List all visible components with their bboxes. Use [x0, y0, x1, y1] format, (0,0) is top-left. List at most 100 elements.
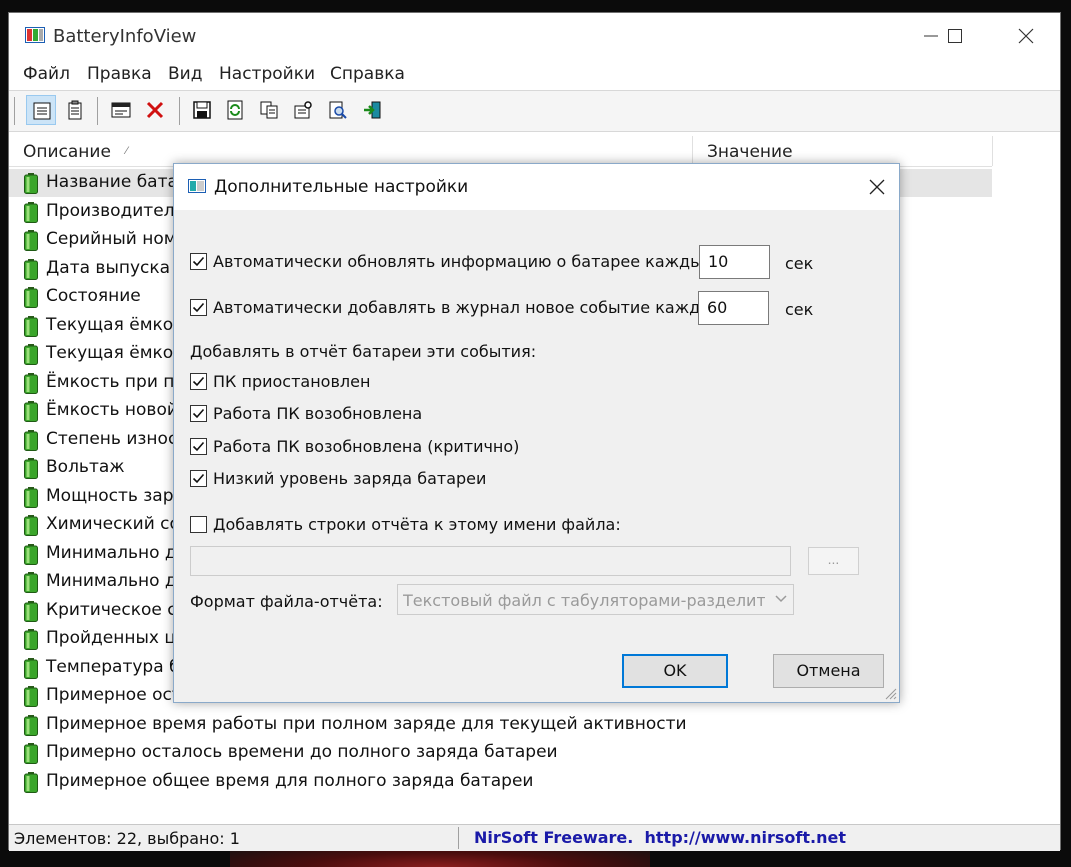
append-file-checkbox[interactable] [190, 516, 207, 533]
list-item-label: Мощность заря [46, 486, 184, 506]
checkmark-icon [192, 408, 205, 419]
event-low-battery-label: Низкий уровень заряда батареи [213, 469, 487, 488]
list-item-label: Минимально до [46, 543, 188, 563]
event-resume-label: Работа ПК возобновлена [213, 404, 423, 423]
close-button[interactable] [1003, 13, 1049, 59]
column-header-description[interactable]: Описание ⁄ [9, 136, 693, 166]
menu-help[interactable]: Справка [330, 64, 405, 84]
checkmark-icon [192, 302, 205, 313]
save-button[interactable] [187, 95, 217, 125]
list-item-label: Примерное время работы при полном заряде… [46, 714, 687, 734]
menu-file[interactable]: Файл [23, 64, 70, 84]
list-item-label: Химический со [46, 514, 180, 534]
event-resume-checkbox[interactable] [190, 405, 207, 422]
events-section-label: Добавлять в отчёт батареи эти события: [190, 342, 537, 361]
save-icon [193, 101, 211, 119]
event-resume-critical-checkbox[interactable] [190, 438, 207, 455]
report-format-value: Текстовый файл с табуляторами-разделител… [403, 591, 765, 610]
delete-button[interactable] [140, 95, 170, 125]
list-item-label: Степень износа [46, 429, 188, 449]
list-item-label: Пройденных ци [46, 628, 187, 648]
battery-icon [24, 715, 38, 736]
checkmark-icon [192, 376, 205, 387]
resize-grip-icon[interactable] [883, 686, 897, 700]
auto-log-seconds-input[interactable]: 60 [698, 291, 769, 325]
maximize-button[interactable] [932, 13, 978, 59]
battery-icon [24, 344, 38, 365]
auto-refresh-seconds-input[interactable]: 10 [699, 245, 770, 279]
chevron-down-icon [775, 595, 787, 603]
auto-log-checkbox[interactable] [190, 299, 207, 316]
list-item-label: Вольтаж [46, 457, 125, 477]
battery-icon [24, 515, 38, 536]
event-low-battery-checkbox[interactable] [190, 470, 207, 487]
title-bar[interactable]: BatteryInfoView [9, 13, 1060, 59]
append-file-label: Добавлять строки отчёта к этому имени фа… [213, 515, 621, 534]
checkmark-icon [192, 473, 205, 484]
exit-button[interactable] [357, 95, 387, 125]
properties-button[interactable] [26, 95, 56, 125]
nirsoft-link[interactable]: NirSoft Freeware. http://www.nirsoft.net [474, 828, 846, 847]
battery-icon [24, 686, 38, 707]
menu-settings[interactable]: Настройки [219, 64, 315, 84]
auto-refresh-checkbox[interactable] [190, 253, 207, 270]
auto-refresh-unit: сек [785, 254, 814, 273]
list-item-label: Состояние [46, 286, 141, 306]
list-item-label: Примерное общее время для полного заряда… [46, 771, 534, 791]
format-label: Формат файла-отчёта: [190, 592, 383, 611]
list-item[interactable]: Примерное общее время для полного заряда… [9, 768, 1009, 796]
auto-refresh-label: Автоматически обновлять информацию о бат… [213, 252, 713, 271]
battery-icon [24, 743, 38, 764]
advanced-options-button[interactable] [106, 95, 136, 125]
battery-icon [24, 601, 38, 622]
exit-icon [364, 101, 381, 119]
dialog-title-bar[interactable]: Дополнительные настройки [174, 164, 899, 210]
report-filename-input[interactable] [190, 546, 791, 576]
status-count: Элементов: 22, выбрано: 1 [14, 829, 240, 848]
list-item[interactable]: Примерно осталось времени до полного зар… [9, 739, 1009, 767]
battery-icon [24, 629, 38, 650]
html-report-button[interactable] [60, 95, 90, 125]
menu-view[interactable]: Вид [168, 64, 202, 84]
report-format-select[interactable]: Текстовый файл с табуляторами-разделител… [397, 584, 794, 615]
battery-icon [24, 373, 38, 394]
battery-icon [24, 544, 38, 565]
battery-icon [24, 173, 38, 194]
toolbar-separator [179, 97, 180, 125]
list-item-label: Ёмкость новой [46, 400, 178, 420]
browse-button[interactable]: ... [808, 547, 859, 575]
battery-icon [24, 259, 38, 280]
auto-log-label: Автоматически добавлять в журнал новое с… [213, 298, 723, 317]
refresh-icon [227, 100, 243, 120]
options-button[interactable] [288, 95, 318, 125]
dialog-title: Дополнительные настройки [214, 177, 469, 197]
list-item[interactable]: Примерное время работы при полном заряде… [9, 711, 1009, 739]
list-item-label: Серийный ном [46, 229, 177, 249]
advanced-options-dialog: Дополнительные настройки Автоматически о… [173, 163, 900, 703]
maximize-icon [948, 29, 962, 43]
list-item-label: Критическое см [46, 600, 190, 620]
list-item-label: Текущая ёмкос [46, 343, 183, 363]
advanced-options-icon [111, 102, 131, 118]
close-icon [1018, 28, 1034, 44]
list-item-label: Дата выпуска [46, 258, 171, 278]
options-icon [294, 101, 312, 119]
list-item-label: Температура б [46, 657, 180, 677]
cancel-button[interactable]: Отмена [773, 654, 884, 688]
window-title: BatteryInfoView [53, 26, 197, 47]
html-report-icon [68, 100, 82, 120]
refresh-button[interactable] [220, 95, 250, 125]
dialog-close-button[interactable] [853, 164, 899, 210]
ok-button[interactable]: OK [622, 654, 728, 688]
list-item-label: Ёмкость при по [46, 372, 185, 392]
event-suspend-checkbox[interactable] [190, 373, 207, 390]
menu-edit[interactable]: Правка [87, 64, 152, 84]
copy-button[interactable] [254, 95, 284, 125]
event-suspend-label: ПК приостановлен [213, 372, 371, 391]
event-resume-critical-label: Работа ПК возобновлена (критично) [213, 437, 520, 456]
battery-icon [24, 658, 38, 679]
toolbar [9, 90, 1060, 132]
column-header-value[interactable]: Значение [693, 136, 993, 166]
status-bar: Элементов: 22, выбрано: 1 NirSoft Freewa… [9, 824, 1060, 851]
find-button[interactable] [323, 95, 353, 125]
